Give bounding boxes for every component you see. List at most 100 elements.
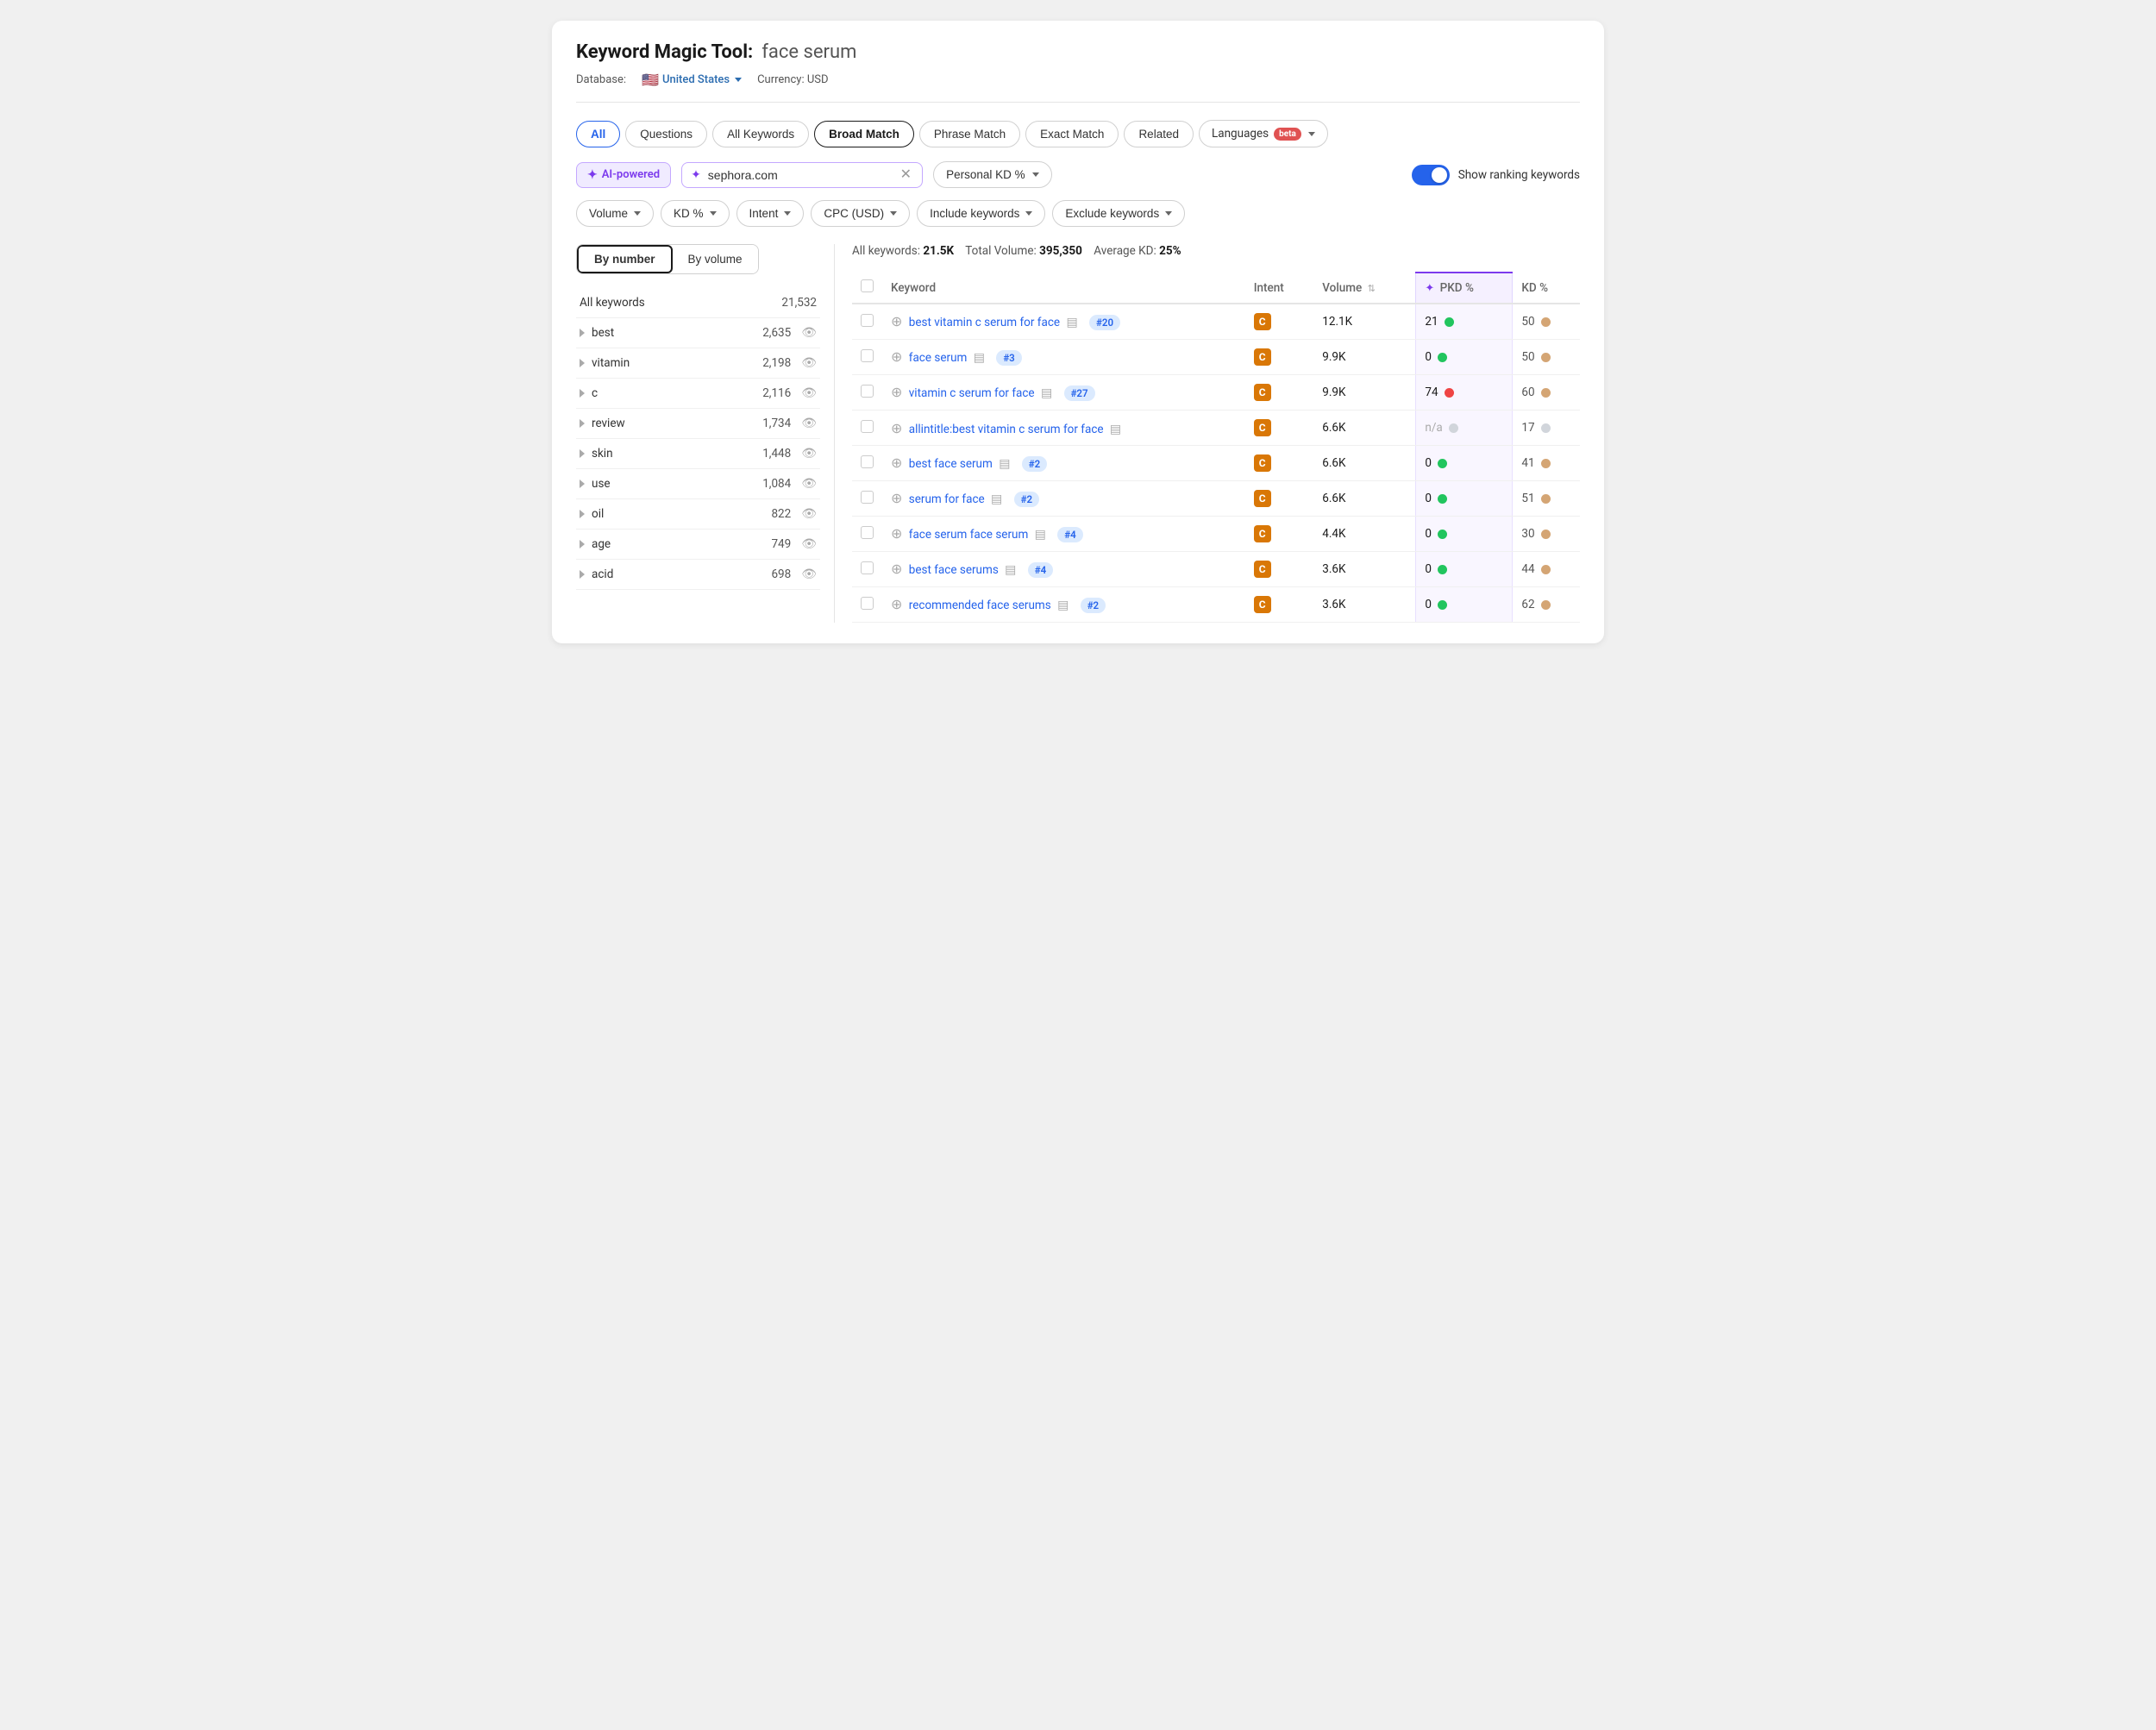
row-checkbox[interactable] bbox=[861, 561, 874, 574]
table-icon: ▤ bbox=[999, 457, 1010, 471]
add-keyword-icon[interactable]: ⊕ bbox=[891, 525, 902, 542]
row-checkbox[interactable] bbox=[861, 420, 874, 433]
intent-cell: C bbox=[1245, 446, 1314, 481]
intent-filter-label: Intent bbox=[749, 207, 779, 220]
kd-filter-button[interactable]: KD % bbox=[661, 200, 730, 227]
exclude-keywords-button[interactable]: Exclude keywords bbox=[1052, 200, 1185, 227]
sidebar-keyword-vitamin: vitamin bbox=[592, 356, 630, 370]
keyword-link[interactable]: best face serums bbox=[909, 563, 999, 577]
intent-filter-button[interactable]: Intent bbox=[736, 200, 805, 227]
ai-powered-badge[interactable]: ✦ AI-powered bbox=[576, 162, 671, 188]
add-keyword-icon[interactable]: ⊕ bbox=[891, 596, 902, 612]
sidebar-item-use[interactable]: use 1,084 👁 bbox=[576, 469, 820, 499]
tab-phrase-match[interactable]: Phrase Match bbox=[919, 121, 1020, 147]
kd-dot bbox=[1541, 459, 1551, 468]
pkd-value: 0 bbox=[1425, 350, 1432, 364]
table-icon: ▤ bbox=[1110, 423, 1121, 436]
row-checkbox[interactable] bbox=[861, 491, 874, 504]
us-flag-icon: 🇺🇸 bbox=[642, 72, 659, 88]
th-intent: Intent bbox=[1245, 273, 1314, 304]
tab-broad-match[interactable]: Broad Match bbox=[814, 121, 914, 147]
intent-badge: C bbox=[1254, 384, 1271, 401]
select-all-checkbox[interactable] bbox=[861, 279, 874, 292]
sidebar-all-keywords[interactable]: All keywords 21,532 bbox=[576, 288, 820, 318]
volume-filter-button[interactable]: Volume bbox=[576, 200, 654, 227]
add-keyword-icon[interactable]: ⊕ bbox=[891, 313, 902, 329]
tab-all-keywords[interactable]: All Keywords bbox=[712, 121, 809, 147]
add-keyword-icon[interactable]: ⊕ bbox=[891, 348, 902, 365]
page-title-static: Keyword Magic Tool: bbox=[576, 41, 753, 63]
kd-cell: 41 bbox=[1513, 446, 1580, 481]
table-icon: ▤ bbox=[974, 351, 985, 365]
keyword-link[interactable]: face serum face serum bbox=[909, 528, 1029, 542]
ai-search-input[interactable] bbox=[708, 168, 892, 182]
row-checkbox[interactable] bbox=[861, 314, 874, 327]
include-keywords-button[interactable]: Include keywords bbox=[917, 200, 1045, 227]
row-checkbox[interactable] bbox=[861, 385, 874, 398]
keyword-link[interactable]: serum for face bbox=[909, 492, 985, 506]
tab-languages[interactable]: Languages beta bbox=[1199, 120, 1328, 147]
chevron-right-icon bbox=[580, 329, 585, 337]
keyword-link[interactable]: best vitamin c serum for face bbox=[909, 316, 1060, 329]
keyword-link[interactable]: face serum bbox=[909, 351, 968, 365]
kd-value: 41 bbox=[1521, 456, 1534, 470]
intent-badge: C bbox=[1254, 525, 1271, 542]
tab-exact-match[interactable]: Exact Match bbox=[1025, 121, 1119, 147]
pkd-dot bbox=[1438, 494, 1447, 504]
view-by-number-button[interactable]: By number bbox=[577, 245, 673, 273]
sidebar-item-vitamin[interactable]: vitamin 2,198 👁 bbox=[576, 348, 820, 379]
chevron-down-icon bbox=[784, 211, 791, 216]
sidebar-item-oil[interactable]: oil 822 👁 bbox=[576, 499, 820, 530]
kd-dot bbox=[1541, 565, 1551, 574]
sidebar-item-best[interactable]: best 2,635 👁 bbox=[576, 318, 820, 348]
keyword-cell: ⊕ face serum face serum ▤ #4 bbox=[882, 517, 1245, 552]
row-checkbox[interactable] bbox=[861, 597, 874, 610]
add-keyword-icon[interactable]: ⊕ bbox=[891, 454, 902, 471]
keyword-link[interactable]: vitamin c serum for face bbox=[909, 386, 1035, 400]
sidebar-item-acid[interactable]: acid 698 👁 bbox=[576, 560, 820, 590]
keyword-link[interactable]: recommended face serums bbox=[909, 599, 1051, 612]
table-row: ⊕ recommended face serums ▤ #2 C3.6K0 62 bbox=[852, 587, 1580, 623]
add-keyword-icon[interactable]: ⊕ bbox=[891, 420, 902, 436]
summary-all-value: 21.5K bbox=[923, 244, 954, 258]
row-checkbox[interactable] bbox=[861, 526, 874, 539]
tab-all[interactable]: All bbox=[576, 121, 620, 147]
cpc-filter-button[interactable]: CPC (USD) bbox=[811, 200, 910, 227]
th-pkd: ✦ PKD % bbox=[1416, 273, 1513, 304]
show-ranking-toggle[interactable] bbox=[1412, 165, 1450, 185]
clear-search-button[interactable]: ✕ bbox=[899, 168, 913, 182]
keyword-link[interactable]: best face serum bbox=[909, 457, 993, 471]
sidebar-item-age[interactable]: age 749 👁 bbox=[576, 530, 820, 560]
personal-kd-label: Personal KD % bbox=[946, 168, 1025, 181]
kd-cell: 50 bbox=[1513, 340, 1580, 375]
row-checkbox[interactable] bbox=[861, 455, 874, 468]
eye-icon: 👁 bbox=[801, 537, 817, 551]
sidebar-item-review[interactable]: review 1,734 👁 bbox=[576, 409, 820, 439]
sidebar-count-use: 1,084 bbox=[762, 477, 791, 491]
table-icon: ▤ bbox=[1035, 528, 1046, 542]
rank-badge: #3 bbox=[996, 350, 1021, 366]
languages-label: Languages bbox=[1212, 127, 1269, 141]
sidebar-item-skin[interactable]: skin 1,448 👁 bbox=[576, 439, 820, 469]
table-body: ⊕ best vitamin c serum for face ▤ #20 C1… bbox=[852, 304, 1580, 623]
personal-kd-button[interactable]: Personal KD % bbox=[933, 161, 1052, 188]
keyword-link[interactable]: allintitle:best vitamin c serum for face bbox=[909, 423, 1104, 436]
show-ranking-label: Show ranking keywords bbox=[1458, 168, 1580, 182]
add-keyword-icon[interactable]: ⊕ bbox=[891, 384, 902, 400]
keyword-cell: ⊕ allintitle:best vitamin c serum for fa… bbox=[882, 411, 1245, 446]
chevron-down-icon bbox=[710, 211, 717, 216]
view-by-volume-button[interactable]: By volume bbox=[673, 245, 758, 273]
add-keyword-icon[interactable]: ⊕ bbox=[891, 561, 902, 577]
db-country-selector[interactable]: 🇺🇸 United States bbox=[642, 72, 742, 88]
rank-badge: #20 bbox=[1089, 315, 1120, 330]
tab-related[interactable]: Related bbox=[1124, 121, 1194, 147]
intent-cell: C bbox=[1245, 552, 1314, 587]
sidebar-item-c[interactable]: c 2,116 👁 bbox=[576, 379, 820, 409]
pkd-cell: n/a bbox=[1416, 411, 1513, 446]
tab-questions[interactable]: Questions bbox=[625, 121, 707, 147]
add-keyword-icon[interactable]: ⊕ bbox=[891, 490, 902, 506]
table-row: ⊕ serum for face ▤ #2 C6.6K0 51 bbox=[852, 481, 1580, 517]
chevron-right-icon bbox=[580, 359, 585, 367]
sparkle-icon: ✦ bbox=[587, 168, 598, 182]
row-checkbox[interactable] bbox=[861, 349, 874, 362]
